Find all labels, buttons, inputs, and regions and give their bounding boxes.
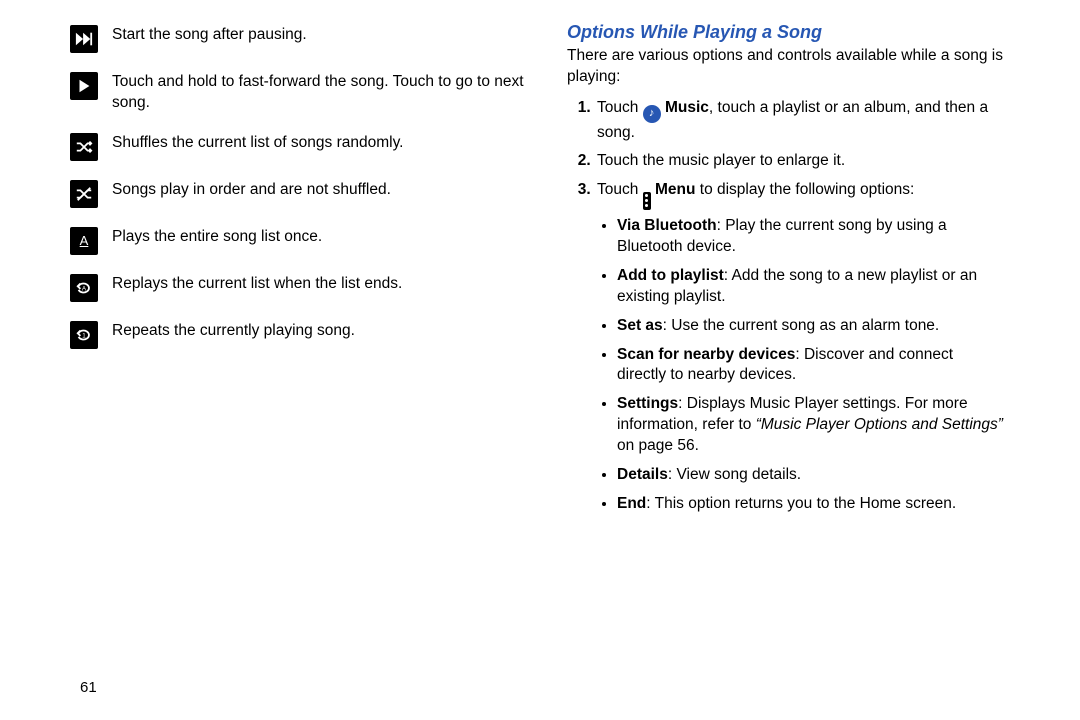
menu-options-list: Via Bluetooth: Play the current song by …: [597, 216, 1024, 515]
section-heading: Options While Playing a Song: [567, 20, 1024, 44]
legend-row: Shuffles the current list of songs rando…: [70, 128, 527, 175]
column-right: Options While Playing a Song There are v…: [557, 20, 1044, 712]
legend-text: Replays the current list when the list e…: [112, 269, 527, 316]
opt-set-as: Set as: Use the current song as an alarm…: [617, 316, 1024, 337]
repeat-one-icon: 1: [70, 321, 98, 349]
legend-text: Plays the entire song list once.: [112, 222, 527, 269]
opt-end: End: This option returns you to the Home…: [617, 494, 1024, 515]
page-number: 61: [80, 678, 97, 698]
menu-icon: [643, 192, 651, 210]
repeat-all-icon: A: [70, 274, 98, 302]
column-left: Start the song after pausing. Touch and …: [70, 20, 557, 712]
shuffle-off-icon: [70, 180, 98, 208]
opt-settings: Settings: Displays Music Player settings…: [617, 394, 1024, 457]
legend-row: Touch and hold to fast-forward the song.…: [70, 67, 527, 128]
legend-row: A Plays the entire song list once.: [70, 222, 527, 269]
step-1: Touch ♪ Music, touch a playlist or an al…: [595, 98, 1024, 143]
legend-row: Songs play in order and are not shuffled…: [70, 175, 527, 222]
section-intro: There are various options and controls a…: [567, 46, 1024, 88]
legend-text: Start the song after pausing.: [112, 20, 527, 67]
ordered-steps: Touch ♪ Music, touch a playlist or an al…: [567, 98, 1024, 515]
legend-row: Start the song after pausing.: [70, 20, 527, 67]
opt-details: Details: View song details.: [617, 465, 1024, 486]
play-once-icon: A: [70, 227, 98, 255]
svg-text:1: 1: [82, 333, 86, 340]
music-app-icon: ♪: [643, 105, 661, 123]
legend-text: Shuffles the current list of songs rando…: [112, 128, 527, 175]
legend-row: A Replays the current list when the list…: [70, 269, 527, 316]
play-icon: [70, 72, 98, 100]
step-2: Touch the music player to enlarge it.: [595, 151, 1024, 172]
shuffle-on-icon: [70, 133, 98, 161]
opt-via-bluetooth: Via Bluetooth: Play the current song by …: [617, 216, 1024, 258]
opt-scan-nearby: Scan for nearby devices: Discover and co…: [617, 345, 1024, 387]
legend-text: Songs play in order and are not shuffled…: [112, 175, 527, 222]
legend-row: 1 Repeats the currently playing song.: [70, 316, 527, 363]
fast-forward-icon: [70, 25, 98, 53]
legend-text: Repeats the currently playing song.: [112, 316, 527, 363]
legend-text: Touch and hold to fast-forward the song.…: [112, 67, 527, 128]
opt-add-to-playlist: Add to playlist: Add the song to a new p…: [617, 266, 1024, 308]
step-3: Touch Menu to display the following opti…: [595, 180, 1024, 515]
document-page: Start the song after pausing. Touch and …: [0, 0, 1080, 720]
icon-legend-table: Start the song after pausing. Touch and …: [70, 20, 527, 363]
